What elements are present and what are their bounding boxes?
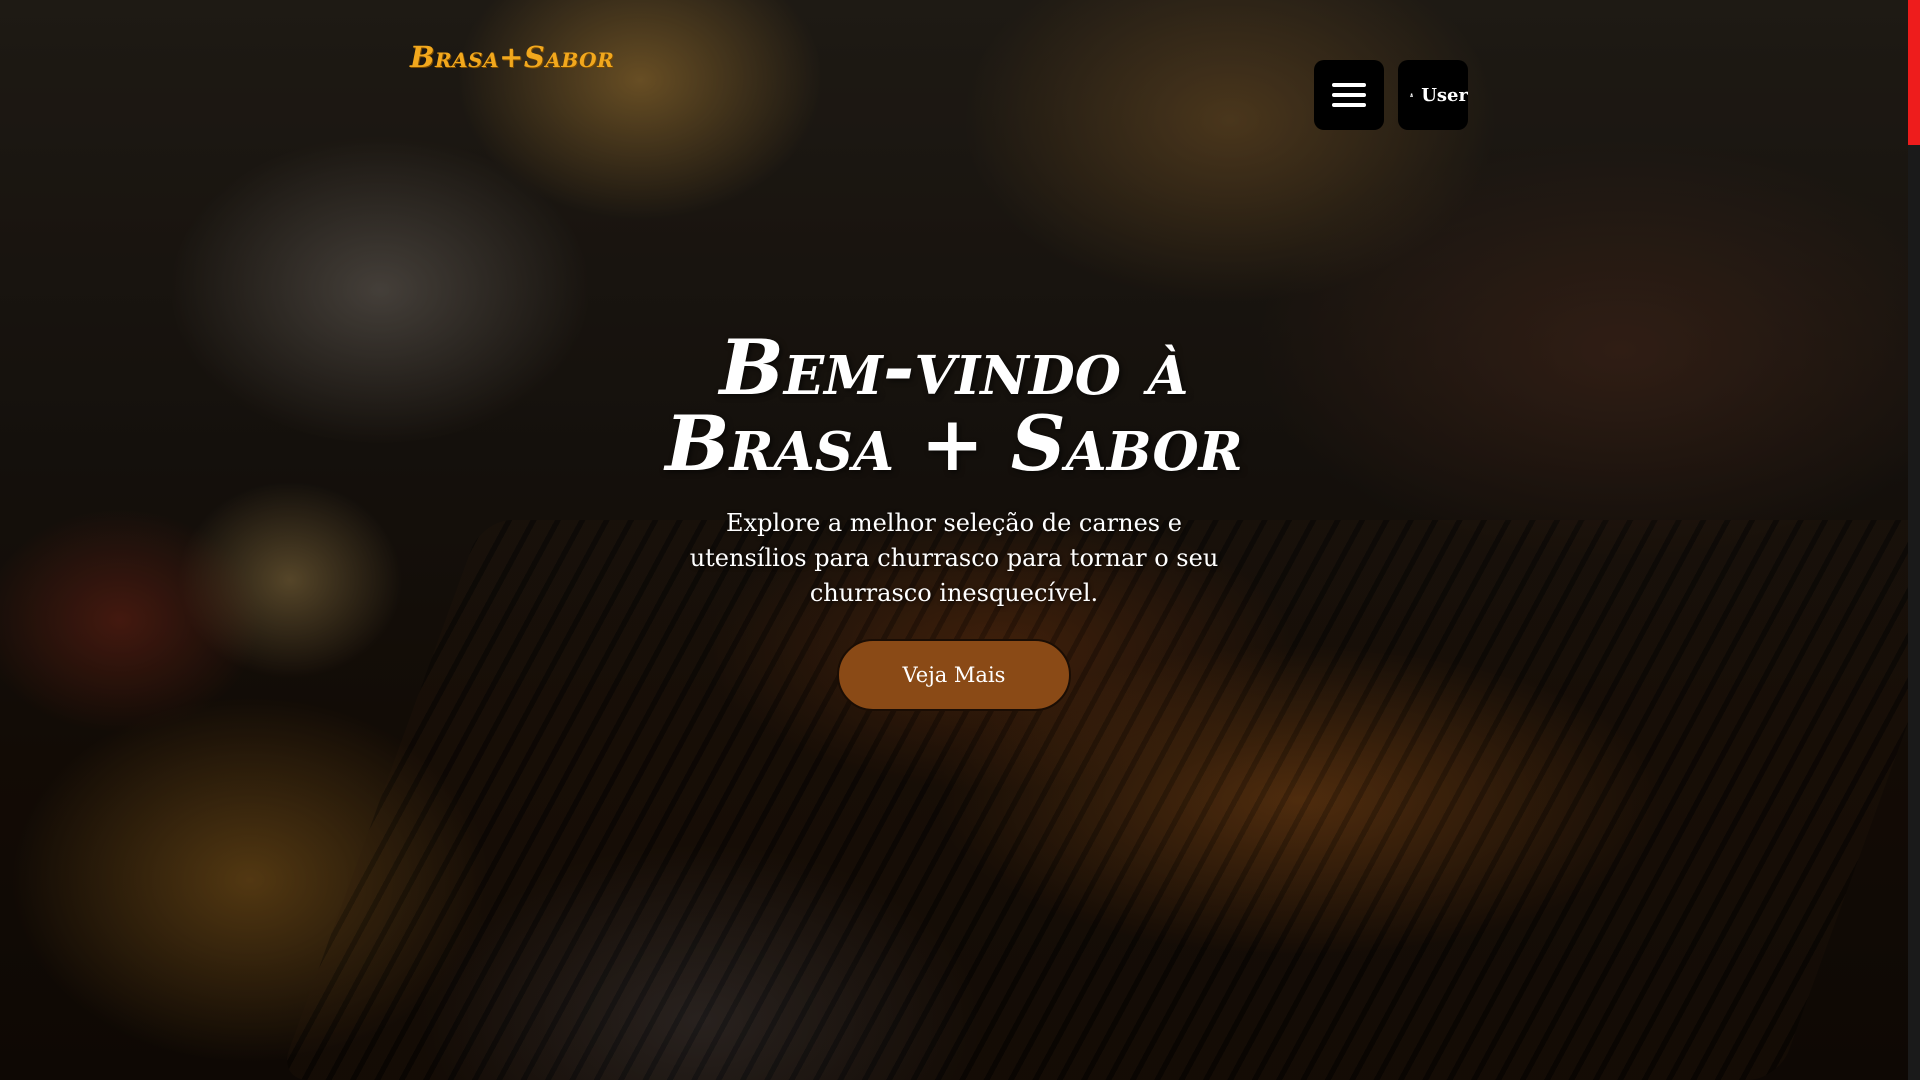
hero-section: Bem-vindo à Brasa + Sabor Explore a melh… — [654, 330, 1254, 711]
site-header: Brasa+Sabor User — [410, 40, 1468, 130]
header-actions: User — [1314, 60, 1468, 130]
menu-button[interactable] — [1314, 60, 1384, 130]
scrollbar-track[interactable] — [1908, 0, 1920, 1080]
hamburger-menu-icon — [1332, 83, 1366, 107]
page: Brasa+Sabor User Bem-vindo à Brasa + Sab… — [0, 0, 1920, 1080]
hero-subtitle: Explore a melhor seleção de carnes e ute… — [689, 509, 1219, 607]
scrollbar-thumb[interactable] — [1908, 0, 1920, 145]
see-more-button[interactable]: Veja Mais — [837, 639, 1071, 711]
site-logo[interactable]: Brasa+Sabor — [410, 40, 614, 74]
user-button[interactable]: User — [1398, 60, 1468, 130]
user-button-label: User — [1421, 84, 1468, 106]
hero-title: Bem-vindo à Brasa + Sabor — [665, 323, 1243, 488]
user-icon — [1410, 93, 1414, 97]
